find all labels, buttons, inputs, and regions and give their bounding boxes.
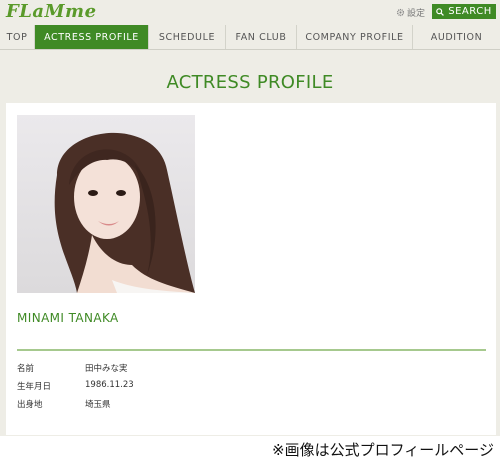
settings-label: 設定 (407, 9, 426, 19)
info-key: 出身地 (17, 400, 43, 410)
search-icon (436, 7, 445, 16)
info-value: 埼玉県 (85, 400, 111, 410)
settings-link[interactable]: 設定 (396, 6, 425, 19)
profile-divider (17, 349, 486, 351)
search-label: SEARCH (448, 6, 492, 17)
info-row-birthdate: 生年月日 1986.11.23 (17, 380, 134, 392)
gear-icon (396, 8, 405, 17)
actress-name: MINAMI TANAKA (17, 311, 119, 325)
main-nav: TOP ACTRESS PROFILE SCHEDULE FAN CLUB CO… (0, 25, 500, 50)
page-title: ACTRESS PROFILE (166, 72, 334, 93)
nav-item-top[interactable]: TOP (0, 25, 35, 49)
nav-item-audition[interactable]: AUDITION (413, 25, 500, 49)
nav-item-actress-profile[interactable]: ACTRESS PROFILE (35, 25, 149, 49)
site-frame: FLaMme 設定 SEARCH TOP ACTRESS PROFILE SCH… (0, 0, 500, 436)
info-row-name: 名前 田中みな実 (17, 362, 128, 374)
profile-photo (17, 115, 195, 293)
info-key: 名前 (17, 364, 35, 374)
image-caption: ※画像は公式プロフィールページ (272, 441, 494, 459)
info-value: 1986.11.23 (85, 380, 134, 390)
info-value: 田中みな実 (85, 364, 128, 374)
nav-item-company-profile[interactable]: COMPANY PROFILE (297, 25, 413, 49)
nav-item-fan-club[interactable]: FAN CLUB (226, 25, 297, 49)
profile-panel: MINAMI TANAKA 名前 田中みな実 生年月日 1986.11.23 出… (6, 103, 496, 435)
info-key: 生年月日 (17, 382, 52, 392)
nav-item-schedule[interactable]: SCHEDULE (149, 25, 226, 49)
site-header: FLaMme 設定 SEARCH (0, 0, 500, 24)
site-logo[interactable]: FLaMme (6, 1, 97, 22)
search-button[interactable]: SEARCH (432, 4, 496, 19)
info-row-birthplace: 出身地 埼玉県 (17, 398, 111, 410)
